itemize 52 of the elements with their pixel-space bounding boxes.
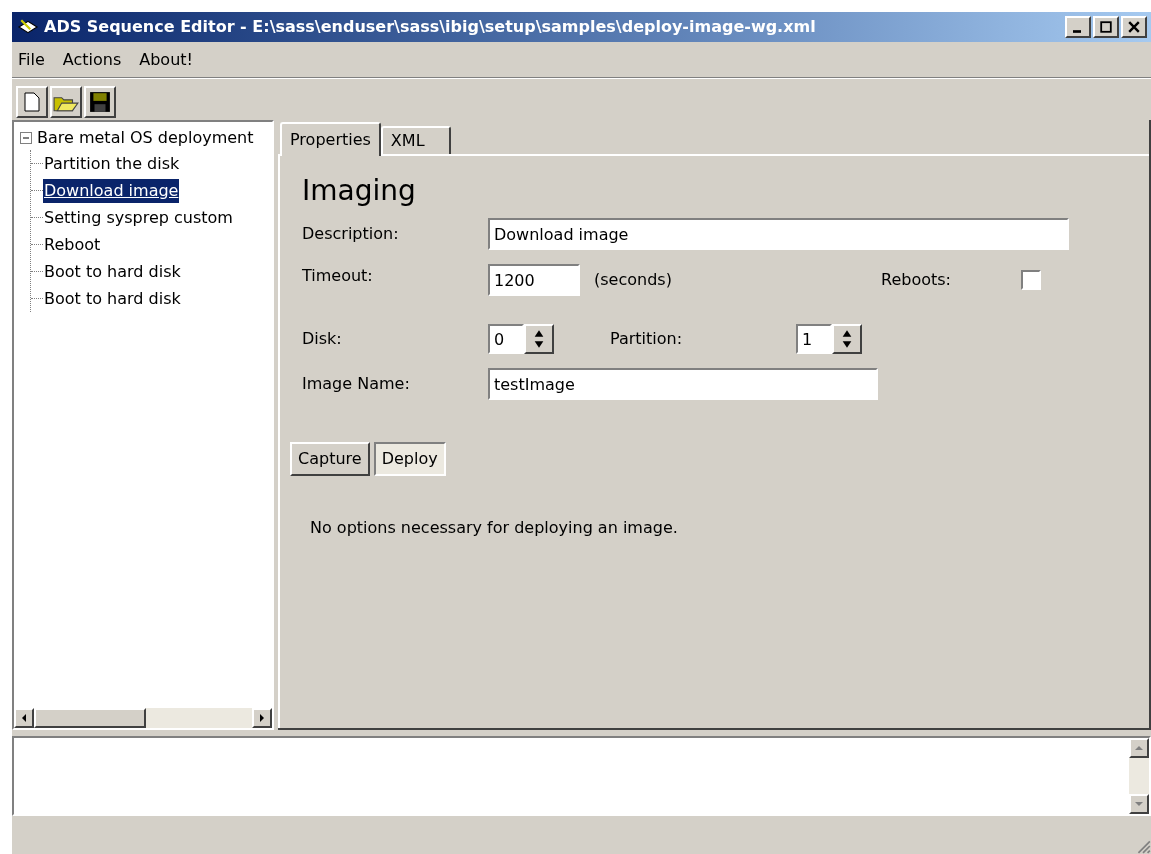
app-icon (16, 18, 40, 36)
tree-item[interactable]: Setting sysprep custom (43, 205, 234, 230)
tree-item[interactable]: Boot to hard disk (43, 259, 182, 284)
description-field[interactable]: Download image (488, 218, 1069, 250)
left-arrow-icon (21, 714, 27, 722)
tab[interactable]: Properties (280, 122, 381, 156)
spin-buttons[interactable] (832, 324, 862, 354)
down-arrow-icon (1135, 801, 1143, 807)
timeout-field[interactable]: 1200 (488, 264, 580, 296)
tree-item[interactable]: Download image (43, 178, 180, 203)
image-name-field[interactable]: testImage (488, 368, 878, 400)
tree-item[interactable]: Bare metal OS deployment (36, 126, 255, 150)
field-label: Disk: (302, 328, 343, 350)
maximize-icon (1100, 21, 1112, 33)
field-label: Description: (302, 223, 400, 245)
close-icon (1128, 21, 1140, 33)
right-arrow-icon (259, 714, 265, 722)
minus-icon (22, 134, 30, 142)
new-file-button[interactable] (16, 86, 48, 118)
tree-item[interactable]: Boot to hard disk (43, 286, 182, 311)
minimize-icon (1072, 29, 1081, 33)
tab[interactable]: XML (380, 126, 451, 154)
section-heading: Imaging (302, 173, 417, 209)
resize-grip-icon[interactable] (1135, 838, 1151, 854)
menu-item[interactable]: Actions (62, 47, 122, 72)
close-button[interactable] (1121, 16, 1147, 38)
horizontal-scrollbar[interactable] (14, 708, 272, 728)
tree-item[interactable]: Reboot (43, 232, 102, 257)
field-label: Timeout: (302, 265, 374, 287)
tree-item[interactable]: Partition the disk (43, 151, 181, 176)
spin-field[interactable]: 1 (796, 324, 832, 354)
field-label: Reboots: (881, 269, 951, 291)
spin-buttons[interactable] (524, 324, 554, 354)
document-icon (24, 91, 40, 113)
spin-field[interactable]: 0 (488, 324, 524, 354)
minimize-button[interactable] (1065, 16, 1091, 38)
field-label: Image Name: (302, 373, 411, 395)
menu-item[interactable]: File (18, 47, 45, 72)
info-message: No options necessary for deploying an image. (310, 517, 679, 539)
mode-toggle[interactable]: Capture (290, 442, 370, 476)
maximize-button[interactable] (1093, 16, 1119, 38)
menu-item[interactable]: About! (139, 47, 193, 72)
collapse-toggle[interactable] (20, 132, 32, 144)
open-button[interactable] (50, 86, 82, 118)
up-arrow-icon (1135, 745, 1143, 751)
window-title: ADS Sequence Editor - E:\sass\enduser\sass\ibig\setup\samples\deploy-image-wg.xml (44, 16, 816, 38)
save-button[interactable] (84, 86, 116, 118)
checkbox[interactable] (1021, 270, 1041, 290)
mode-toggle[interactable]: Deploy (373, 442, 446, 476)
vertical-scrollbar[interactable] (1129, 738, 1149, 814)
unit-label: (seconds) (594, 269, 672, 291)
field-label: Partition: (610, 328, 684, 350)
